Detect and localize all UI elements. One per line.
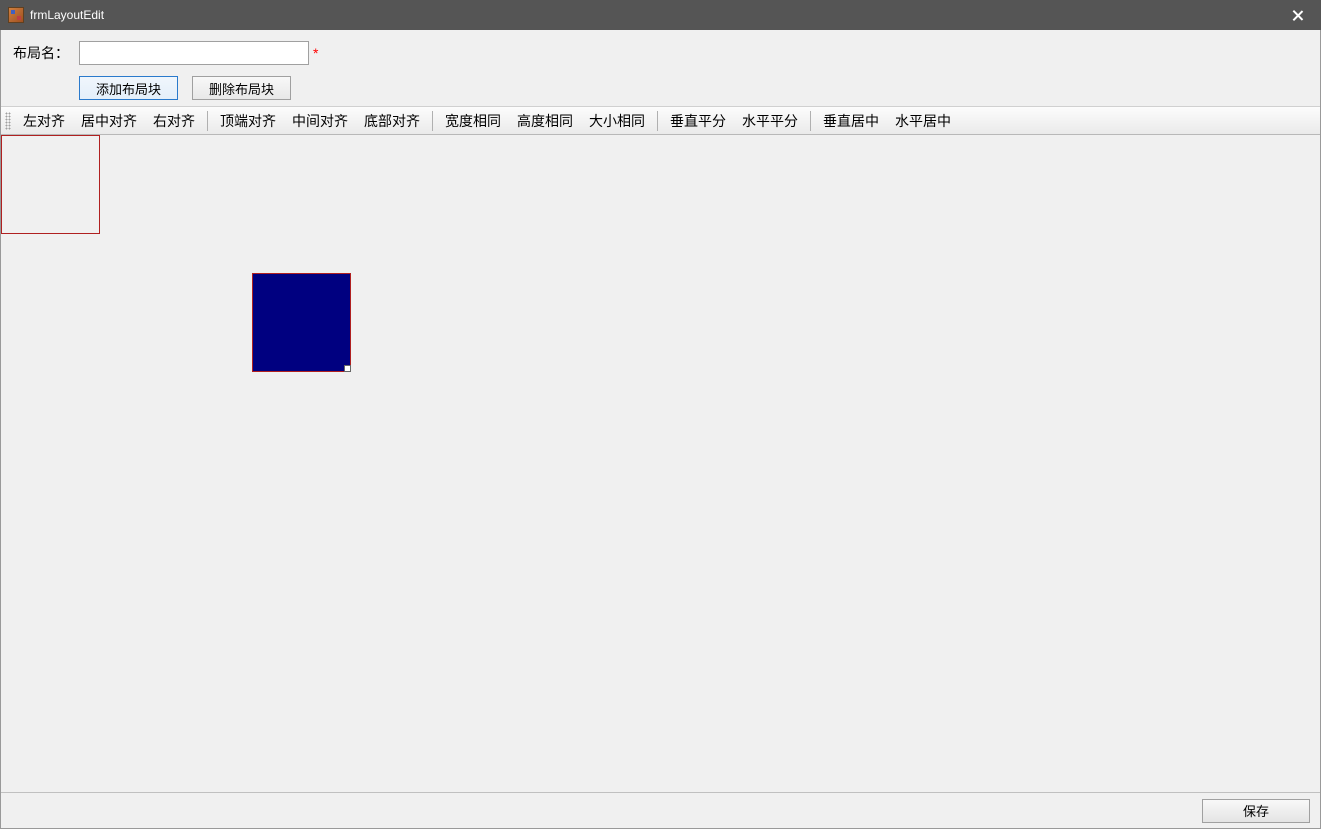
layout-block[interactable] bbox=[1, 135, 100, 234]
distribute-vertical-button[interactable]: 垂直平分 bbox=[662, 108, 734, 134]
close-button[interactable] bbox=[1275, 0, 1321, 30]
center-vertical-button[interactable]: 垂直居中 bbox=[815, 108, 887, 134]
window-frame: frmLayoutEdit 布局名： * 添加布局块 删除布局块 左对齐 居中对… bbox=[0, 0, 1321, 829]
align-middle-button[interactable]: 中间对齐 bbox=[284, 108, 356, 134]
align-center-button[interactable]: 居中对齐 bbox=[73, 108, 145, 134]
block-button-row: 添加布局块 删除布局块 bbox=[79, 76, 1308, 100]
app-icon bbox=[8, 7, 24, 23]
toolbar-separator bbox=[657, 111, 658, 131]
canvas-area[interactable] bbox=[1, 135, 1320, 792]
alignment-toolbar: 左对齐 居中对齐 右对齐 顶端对齐 中间对齐 底部对齐 宽度相同 高度相同 大小… bbox=[1, 107, 1320, 135]
align-right-button[interactable]: 右对齐 bbox=[145, 108, 203, 134]
layout-block-selected[interactable] bbox=[252, 273, 351, 372]
add-block-button[interactable]: 添加布局块 bbox=[79, 76, 178, 100]
same-size-button[interactable]: 大小相同 bbox=[581, 108, 653, 134]
top-panel: 布局名： * 添加布局块 删除布局块 bbox=[1, 30, 1320, 107]
toolbar-separator bbox=[810, 111, 811, 131]
same-height-button[interactable]: 高度相同 bbox=[509, 108, 581, 134]
titlebar[interactable]: frmLayoutEdit bbox=[0, 0, 1321, 30]
bottom-bar: 保存 bbox=[1, 792, 1320, 828]
toolbar-grip-icon bbox=[5, 112, 11, 130]
align-bottom-button[interactable]: 底部对齐 bbox=[356, 108, 428, 134]
toolbar-separator bbox=[207, 111, 208, 131]
resize-handle[interactable] bbox=[344, 365, 351, 372]
window-title: frmLayoutEdit bbox=[30, 8, 1275, 22]
layout-name-row: 布局名： * bbox=[13, 40, 1308, 66]
save-button[interactable]: 保存 bbox=[1202, 799, 1310, 823]
toolbar-separator bbox=[432, 111, 433, 131]
align-left-button[interactable]: 左对齐 bbox=[15, 108, 73, 134]
same-width-button[interactable]: 宽度相同 bbox=[437, 108, 509, 134]
align-top-button[interactable]: 顶端对齐 bbox=[212, 108, 284, 134]
layout-name-label: 布局名： bbox=[13, 43, 79, 63]
close-icon bbox=[1293, 10, 1303, 20]
required-marker: * bbox=[313, 45, 318, 61]
center-horizontal-button[interactable]: 水平居中 bbox=[887, 108, 959, 134]
delete-block-button[interactable]: 删除布局块 bbox=[192, 76, 291, 100]
layout-name-input[interactable] bbox=[79, 41, 309, 65]
client-area: 布局名： * 添加布局块 删除布局块 左对齐 居中对齐 右对齐 顶端对齐 中间对… bbox=[0, 30, 1321, 829]
distribute-horizontal-button[interactable]: 水平平分 bbox=[734, 108, 806, 134]
